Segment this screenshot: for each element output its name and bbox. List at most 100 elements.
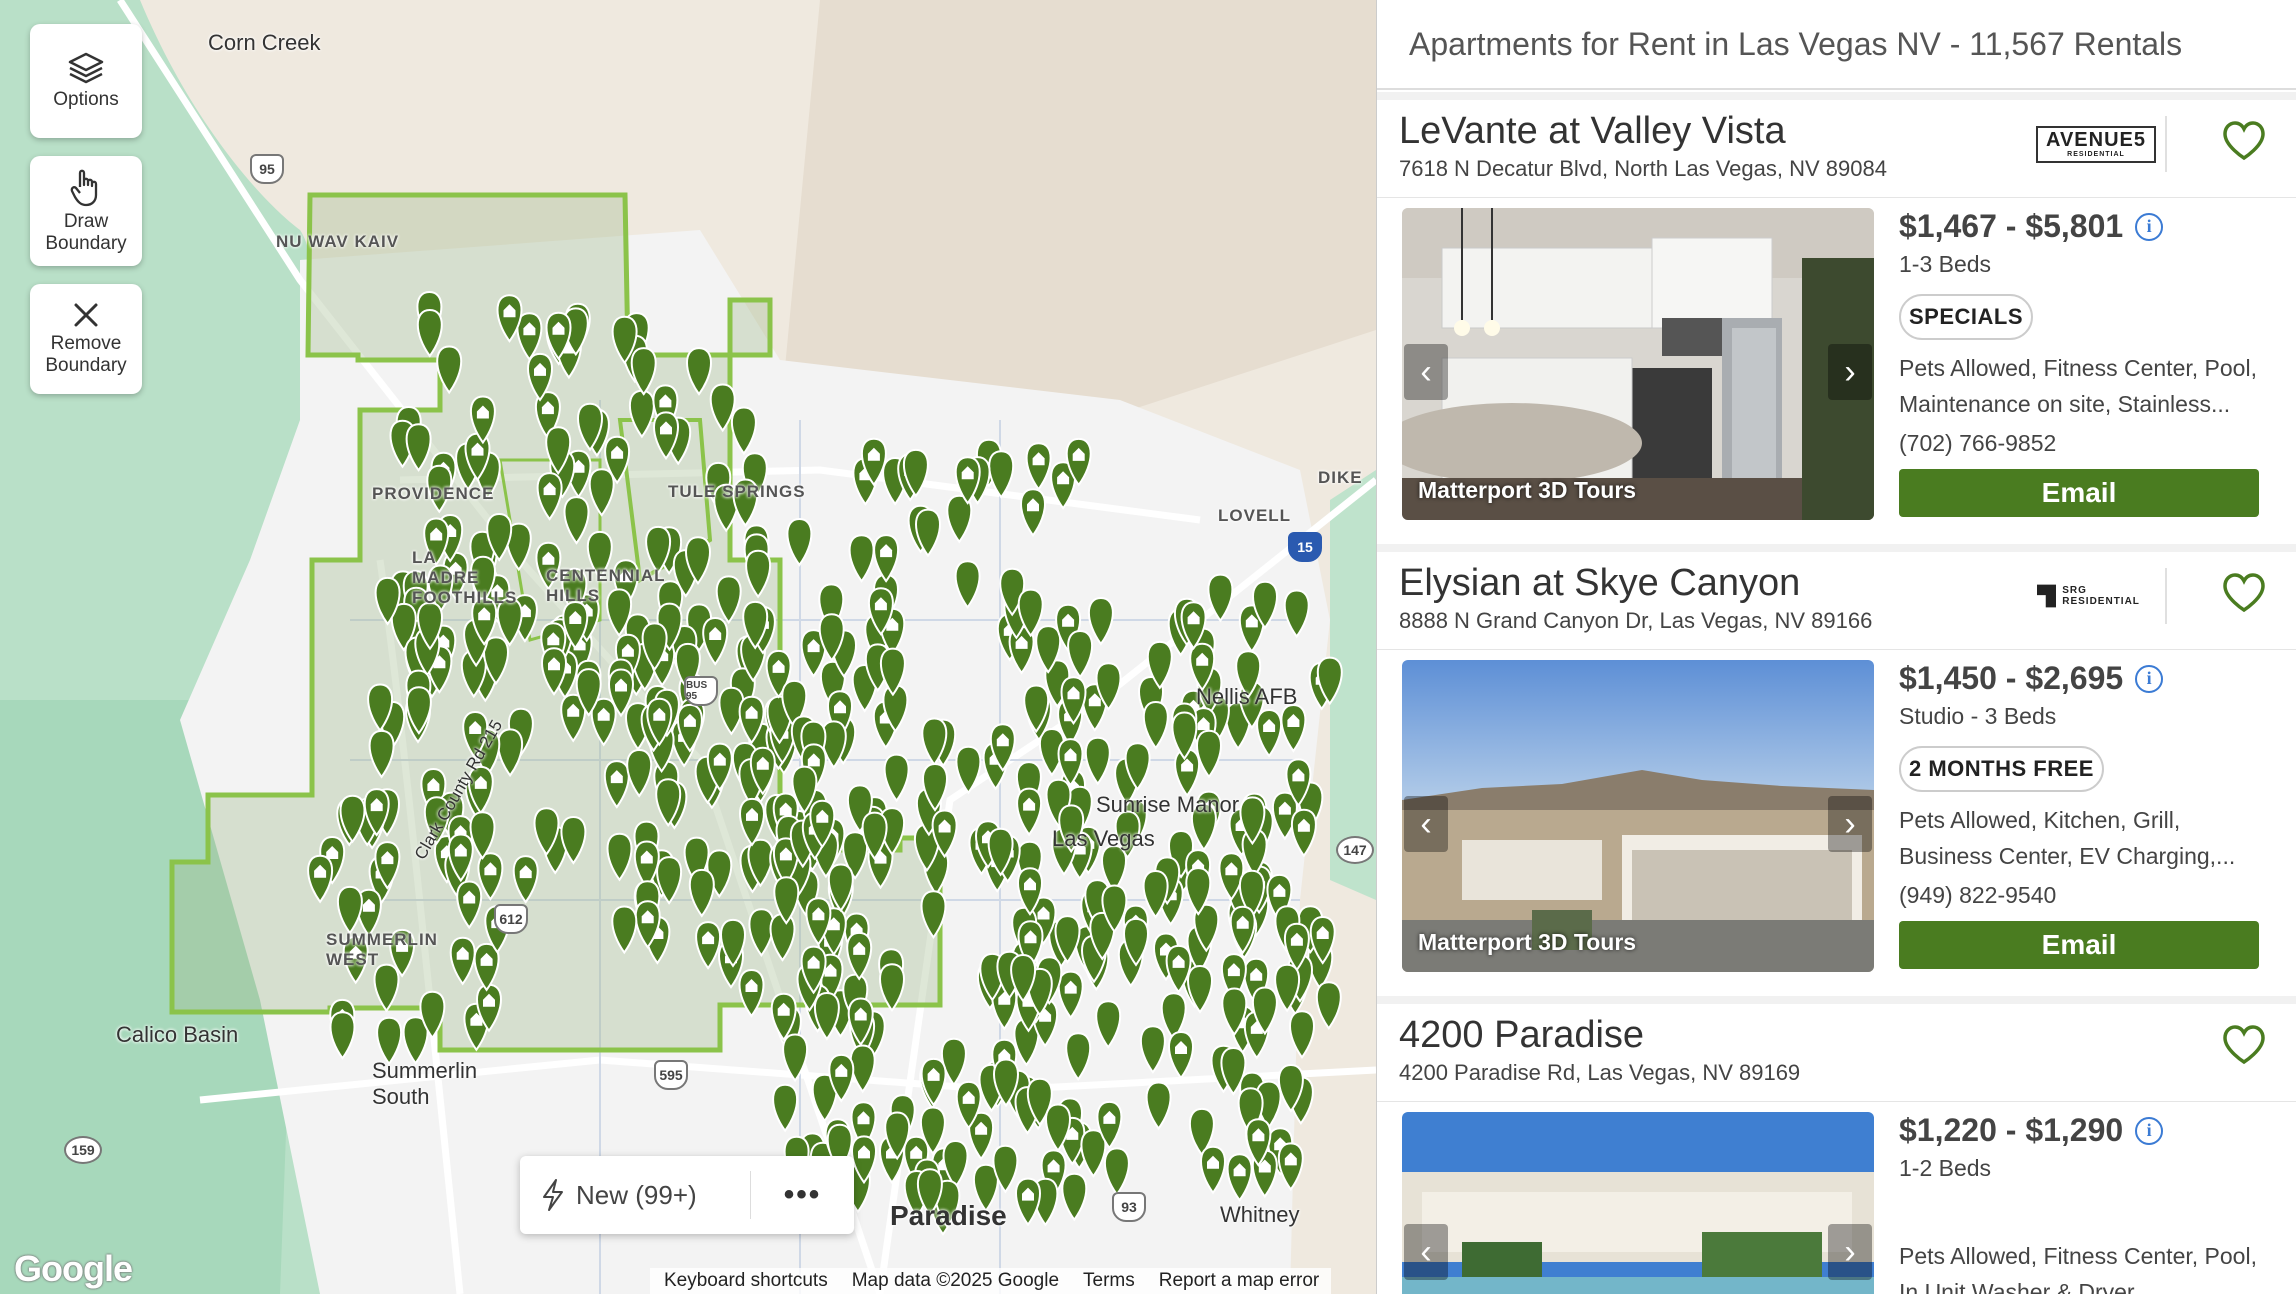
next-photo-button[interactable]: › xyxy=(1828,344,1872,400)
listing-pin-icon[interactable] xyxy=(373,963,400,1013)
more-options-button[interactable]: ••• xyxy=(751,1156,854,1234)
listing-pin-icon[interactable] xyxy=(630,347,657,396)
specials-badge[interactable]: 2 MONTHS FREE xyxy=(1899,746,2104,792)
listing-pin-icon[interactable] xyxy=(1174,748,1200,798)
listing-pin-icon[interactable] xyxy=(337,885,363,935)
listing-pin-icon[interactable] xyxy=(1207,573,1234,623)
new-listings-filter[interactable]: New (99+) xyxy=(520,1156,730,1234)
phone-number[interactable]: (702) 766-9852 xyxy=(1899,430,2279,457)
listing-pin-icon[interactable] xyxy=(1291,808,1317,858)
draw-boundary-button[interactable]: Draw Boundary xyxy=(30,156,142,266)
listing-pins-layer[interactable] xyxy=(0,0,1376,1294)
info-icon[interactable]: i xyxy=(2135,212,2164,241)
listing-pin-icon[interactable] xyxy=(1095,1000,1122,1049)
property-name[interactable]: Elysian at Skye Canyon xyxy=(1399,562,1800,605)
listing-pin-icon[interactable] xyxy=(368,729,395,779)
options-button[interactable]: Options xyxy=(30,24,142,138)
previous-photo-button[interactable]: ‹ xyxy=(1404,796,1448,852)
listing-pin-icon[interactable] xyxy=(1168,1030,1194,1080)
listing-pin-icon[interactable] xyxy=(920,890,947,940)
listing-pin-icon[interactable] xyxy=(715,575,742,625)
listing-pin-icon[interactable] xyxy=(1200,1145,1226,1195)
listing-pin-icon[interactable] xyxy=(1020,488,1046,538)
listing-pin-icon[interactable] xyxy=(512,855,539,904)
listing-pin-icon[interactable] xyxy=(1061,1172,1088,1222)
listing-pin-icon[interactable] xyxy=(1283,589,1310,639)
previous-photo-button[interactable]: ‹ xyxy=(1404,344,1448,400)
listing-pin-icon[interactable] xyxy=(1277,1142,1304,1192)
listing-pin-icon[interactable] xyxy=(849,1044,876,1094)
listing-pin-icon[interactable] xyxy=(1057,970,1084,1020)
listing-pin-icon[interactable] xyxy=(477,852,504,901)
listing-pin-icon[interactable] xyxy=(769,913,796,962)
listing-photo[interactable]: ‹ › xyxy=(1402,1112,1874,1294)
next-photo-button[interactable]: › xyxy=(1828,1224,1872,1280)
listing-pin-icon[interactable] xyxy=(782,1033,808,1083)
listing-pin-icon[interactable] xyxy=(1289,1010,1315,1060)
listing-pin-icon[interactable] xyxy=(1104,1147,1130,1197)
remove-boundary-button[interactable]: Remove Boundary xyxy=(30,284,142,394)
info-icon[interactable]: i xyxy=(2135,1116,2164,1145)
listing-pin-icon[interactable] xyxy=(988,450,1015,499)
listing-pin-icon[interactable] xyxy=(536,472,563,521)
listing-pin-icon[interactable] xyxy=(1145,1081,1172,1131)
listing-pin-icon[interactable] xyxy=(1280,703,1307,753)
specials-badge[interactable]: SPECIALS xyxy=(1899,294,2034,340)
listing-pin-icon[interactable] xyxy=(1187,964,1213,1014)
listing-pin-icon[interactable] xyxy=(497,728,523,778)
listing-pin-icon[interactable] xyxy=(702,616,729,666)
listing-photo[interactable]: ‹ › Matterport 3D Tours xyxy=(1402,208,1874,520)
terms-link[interactable]: Terms xyxy=(1083,1270,1135,1292)
favorite-heart-icon[interactable] xyxy=(2221,1024,2267,1066)
email-button[interactable]: Email xyxy=(1899,469,2259,517)
listing-pin-icon[interactable] xyxy=(1067,629,1093,679)
listing-pin-icon[interactable] xyxy=(611,905,638,955)
listing-pin-icon[interactable] xyxy=(1142,700,1169,750)
listing-pin-icon[interactable] xyxy=(873,534,899,583)
listings-panel[interactable]: Apartments for Rent in Las Vegas NV - 11… xyxy=(1376,0,2296,1294)
listing-pin-icon[interactable] xyxy=(848,534,875,583)
listing-pin-icon[interactable] xyxy=(1088,596,1114,646)
listing-pin-icon[interactable] xyxy=(954,560,981,610)
listing-pin-icon[interactable] xyxy=(416,308,443,358)
listing-pin-icon[interactable] xyxy=(563,496,590,545)
email-button[interactable]: Email xyxy=(1899,921,2259,969)
listing-pin-icon[interactable] xyxy=(686,347,712,396)
listing-pin-icon[interactable] xyxy=(688,868,715,918)
listing-card[interactable]: LeVante at Valley Vista 7618 N Decatur B… xyxy=(1377,92,2296,540)
listing-pin-icon[interactable] xyxy=(1256,708,1282,758)
listing-pin-icon[interactable] xyxy=(473,942,500,992)
listing-pin-icon[interactable] xyxy=(629,389,655,439)
listing-pin-icon[interactable] xyxy=(786,517,813,567)
listing-pin-icon[interactable] xyxy=(1025,442,1052,491)
listing-pin-icon[interactable] xyxy=(879,963,905,1013)
listing-pin-icon[interactable] xyxy=(436,345,463,395)
listing-pin-icon[interactable] xyxy=(745,549,771,599)
listing-pin-icon[interactable] xyxy=(456,880,483,930)
listing-pin-icon[interactable] xyxy=(814,991,840,1041)
previous-photo-button[interactable]: ‹ xyxy=(1404,1224,1448,1280)
listing-pin-icon[interactable] xyxy=(469,811,496,860)
property-name[interactable]: 4200 Paradise xyxy=(1399,1014,1644,1057)
listing-pin-icon[interactable] xyxy=(588,468,615,517)
next-photo-button[interactable]: › xyxy=(1828,796,1872,852)
listing-pin-icon[interactable] xyxy=(1016,787,1042,837)
listing-pin-icon[interactable] xyxy=(1084,736,1111,786)
property-name[interactable]: LeVante at Valley Vista xyxy=(1399,110,1786,153)
favorite-heart-icon[interactable] xyxy=(2221,572,2267,614)
listing-pin-icon[interactable] xyxy=(772,1083,798,1133)
listing-pin-icon[interactable] xyxy=(695,921,721,970)
listing-pin-icon[interactable] xyxy=(739,797,765,847)
listing-pin-icon[interactable] xyxy=(307,854,333,904)
listing-pin-icon[interactable] xyxy=(883,753,910,803)
listing-pin-icon[interactable] xyxy=(376,1016,402,1066)
report-map-error-link[interactable]: Report a map error xyxy=(1159,1270,1320,1292)
info-icon[interactable]: i xyxy=(2135,664,2164,693)
listing-pin-icon[interactable] xyxy=(1196,729,1222,779)
listing-pin-icon[interactable] xyxy=(603,760,630,809)
listing-pin-icon[interactable] xyxy=(955,745,982,795)
listing-pin-icon[interactable] xyxy=(405,423,432,472)
listing-pin-icon[interactable] xyxy=(1315,981,1342,1031)
listing-pin-icon[interactable] xyxy=(738,968,765,1018)
favorite-heart-icon[interactable] xyxy=(2221,120,2267,162)
